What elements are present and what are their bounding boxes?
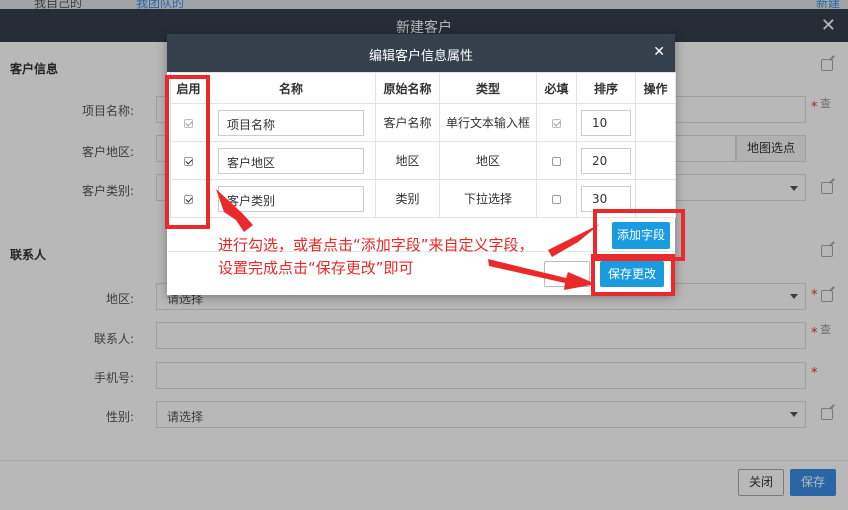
arrow-to-add-field xyxy=(548,224,600,257)
annotation-arrows xyxy=(216,189,600,290)
arrow-to-checkboxes xyxy=(216,189,253,232)
arrow-to-save-changes xyxy=(488,259,596,290)
